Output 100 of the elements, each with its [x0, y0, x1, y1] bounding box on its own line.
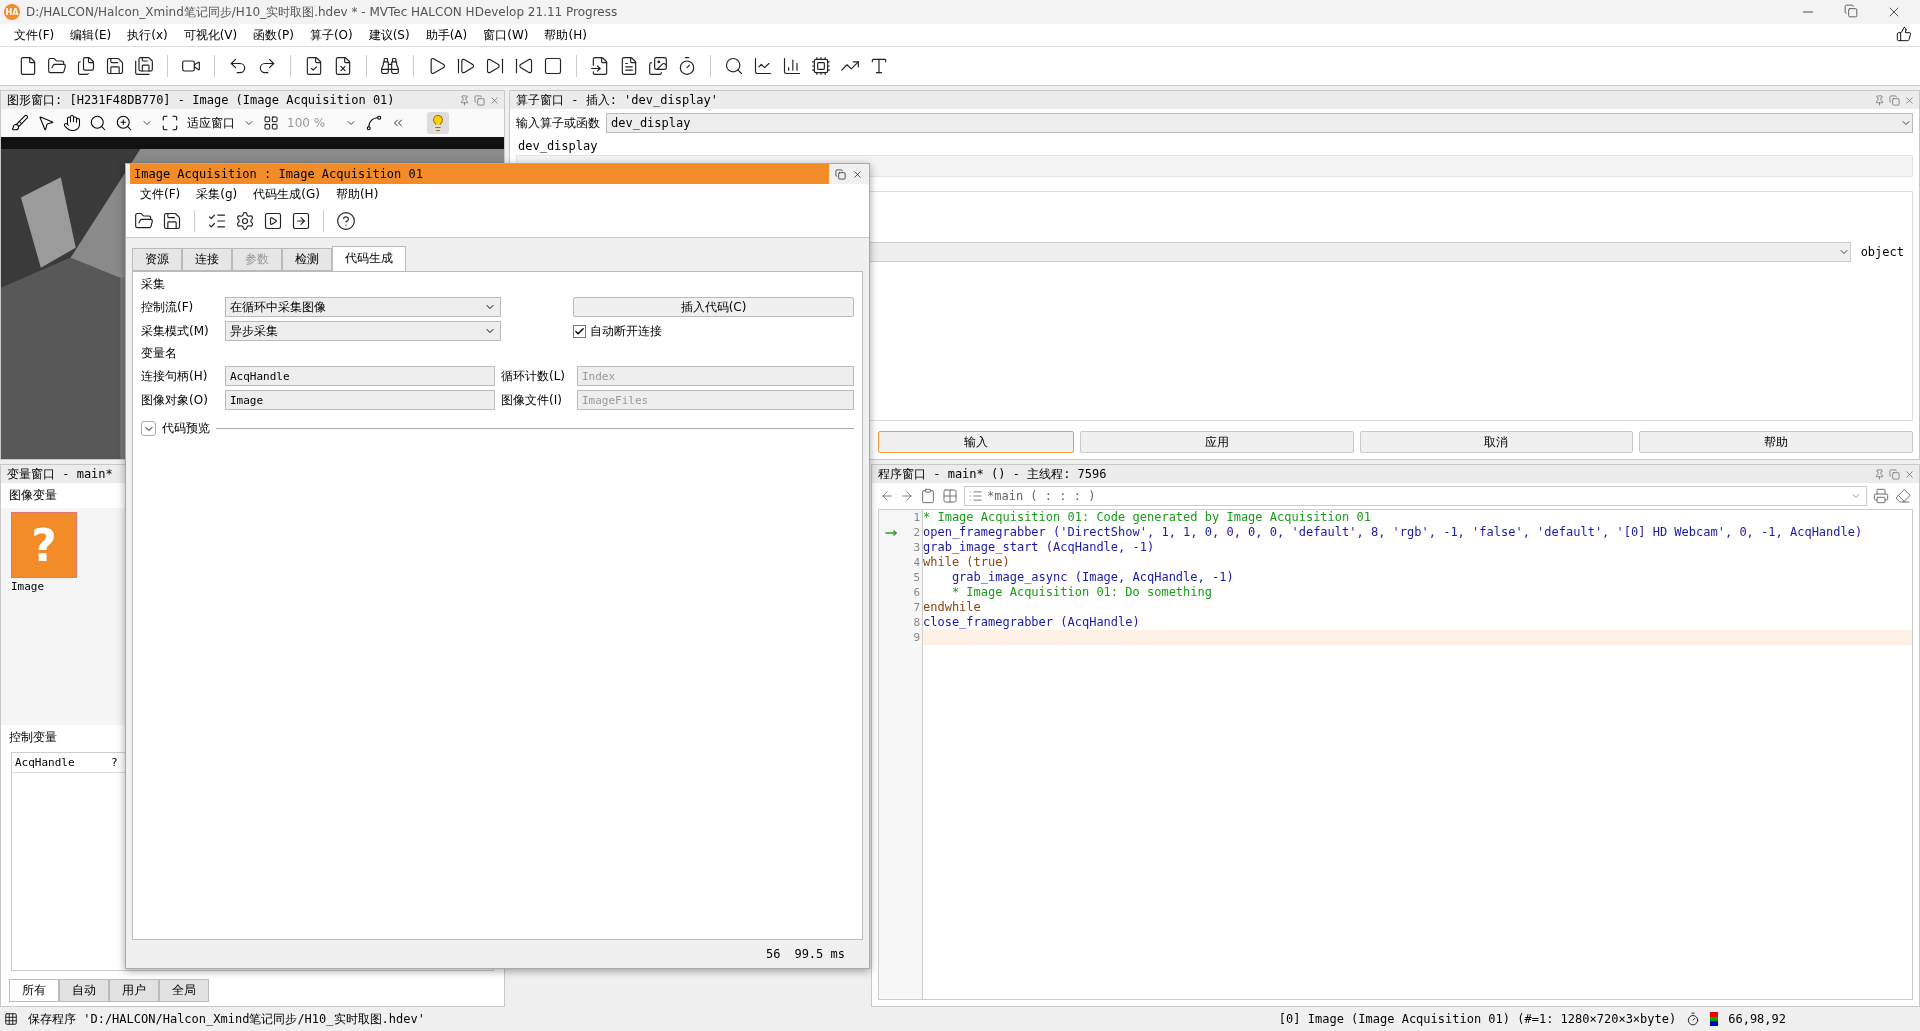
- code-line[interactable]: grab_image_start (AcqHandle, -1): [923, 540, 1912, 555]
- restore-icon[interactable]: [1844, 4, 1858, 18]
- file-arrow-icon[interactable]: [590, 56, 610, 76]
- code-line[interactable]: while (true): [923, 555, 1912, 570]
- save-all-icon[interactable]: [134, 56, 154, 76]
- variable-value-cell-text: ?: [110, 756, 119, 769]
- close-icon[interactable]: [852, 168, 863, 180]
- save-icon[interactable]: [105, 56, 125, 76]
- dialog-title: Image Acquisition : Image Acquisition 01: [130, 164, 829, 184]
- code-line[interactable]: grab_image_async (Image, AcqHandle, -1): [923, 570, 1912, 585]
- menu-item[interactable]: 执行(x): [119, 26, 176, 44]
- variable-tab[interactable]: 自动: [59, 979, 109, 1002]
- file-check-icon[interactable]: [304, 56, 324, 76]
- menu-item[interactable]: 帮助(H): [536, 26, 595, 44]
- menu-item[interactable]: 算子(O): [301, 26, 361, 44]
- play-icon[interactable]: [263, 210, 283, 231]
- acquisition-mode-dropdown[interactable]: 异步采集: [225, 321, 501, 341]
- clipboard-icon[interactable]: [920, 488, 936, 504]
- menu-item[interactable]: 可视化(V): [175, 26, 246, 44]
- menu-item[interactable]: 助手(A): [417, 26, 476, 44]
- variable-name-cell[interactable]: AcqHandle: [12, 756, 108, 769]
- menu-item[interactable]: 采集(g): [188, 185, 246, 203]
- new-file-icon[interactable]: [18, 56, 38, 76]
- operator-button[interactable]: 取消: [1359, 431, 1634, 453]
- feedback-icon[interactable]: [1896, 25, 1912, 42]
- settings-icon[interactable]: [235, 210, 255, 231]
- bar-chart-icon[interactable]: [782, 56, 802, 76]
- export-icon[interactable]: [291, 210, 311, 231]
- variable-tab[interactable]: 全局: [159, 979, 209, 1002]
- collapse-icon[interactable]: [391, 116, 405, 130]
- fit-icon[interactable]: [161, 114, 179, 132]
- document-icon[interactable]: [619, 56, 639, 76]
- search-icon[interactable]: [724, 56, 744, 76]
- files-icon[interactable]: [76, 56, 96, 76]
- expand-toggle[interactable]: [141, 421, 156, 436]
- open-icon[interactable]: [47, 56, 67, 76]
- input-field[interactable]: Image: [225, 390, 495, 410]
- binoculars-icon[interactable]: [380, 56, 400, 76]
- font-icon[interactable]: [869, 56, 889, 76]
- field-label: 采集模式(M): [141, 322, 210, 340]
- operator-button[interactable]: 帮助: [1639, 431, 1913, 453]
- stop-icon[interactable]: [543, 56, 563, 76]
- operator-button[interactable]: 输入: [878, 431, 1074, 453]
- images-icon[interactable]: [648, 56, 668, 76]
- variable-tab[interactable]: 用户: [109, 979, 159, 1002]
- brush-icon[interactable]: [11, 114, 29, 132]
- insert-code-button[interactable]: 插入代码(C): [573, 297, 854, 317]
- step-back-icon[interactable]: [514, 56, 534, 76]
- operator-input-field[interactable]: dev_display: [606, 113, 1913, 133]
- redo-icon[interactable]: [257, 56, 277, 76]
- operator-button[interactable]: 应用: [1080, 431, 1354, 453]
- code-line[interactable]: close_framegrabber (AcqHandle): [923, 615, 1912, 630]
- menu-item[interactable]: 代码生成(G): [245, 185, 328, 203]
- fit-window-label[interactable]: 适应窗口: [187, 114, 235, 132]
- menu-item[interactable]: 帮助(H): [327, 185, 387, 203]
- line-number: 8: [913, 616, 920, 629]
- pin-icon[interactable]: [1874, 94, 1885, 106]
- control-flow-dropdown[interactable]: 在循环中采集图像: [225, 297, 501, 317]
- variable-tab[interactable]: 所有: [9, 979, 59, 1002]
- code-line[interactable]: * Image Acquisition 01: Code generated by Image Acquisition 01: [923, 510, 1912, 525]
- menu-item[interactable]: 文件(F): [132, 185, 189, 203]
- pointer-icon[interactable]: [37, 114, 55, 132]
- grid-icon[interactable]: [942, 488, 958, 504]
- undo-icon[interactable]: [228, 56, 248, 76]
- procedure-dropdown[interactable]: *main ( : : : ): [964, 486, 1867, 506]
- dialog-tab[interactable]: 代码生成: [332, 246, 406, 271]
- dialog-tab[interactable]: 连接: [182, 248, 232, 271]
- line-chart-icon[interactable]: [753, 56, 773, 76]
- step-over-icon[interactable]: [485, 56, 505, 76]
- hand-icon[interactable]: [63, 114, 81, 132]
- code-line[interactable]: endwhile: [923, 600, 1912, 615]
- menu-item[interactable]: 建议(S): [360, 26, 418, 44]
- menu-item[interactable]: 文件(F): [6, 26, 63, 44]
- forward-icon[interactable]: [900, 489, 914, 503]
- code-line[interactable]: * Image Acquisition 01: Do something: [923, 585, 1912, 600]
- checkbox[interactable]: [573, 324, 586, 338]
- zoom-icon[interactable]: [89, 114, 107, 132]
- menu-item[interactable]: 编辑(E): [62, 26, 120, 44]
- menu-item[interactable]: 窗口(W): [475, 26, 537, 44]
- file-x-icon[interactable]: [333, 56, 353, 76]
- zoom-in-icon[interactable]: [115, 114, 133, 132]
- menu-item[interactable]: 函数(P): [245, 26, 302, 44]
- save-icon[interactable]: [162, 210, 182, 231]
- dialog-tab[interactable]: 检测: [282, 248, 332, 271]
- timer-icon[interactable]: [677, 56, 697, 76]
- input-field[interactable]: AcqHandle: [225, 366, 495, 386]
- back-icon[interactable]: [880, 489, 894, 503]
- step-icon[interactable]: [456, 56, 476, 76]
- open-icon[interactable]: [134, 210, 154, 231]
- shape-icon[interactable]: [365, 114, 383, 132]
- float-icon[interactable]: [835, 168, 846, 180]
- print-icon[interactable]: [1873, 488, 1889, 504]
- pin-icon[interactable]: [459, 94, 470, 106]
- pin-icon[interactable]: [1874, 468, 1885, 480]
- clear-icon[interactable]: [1895, 488, 1911, 504]
- code-line[interactable]: open_framegrabber ('DirectShow', 1, 1, 0, 0, 0, 0, 'default', 8, 'rgb', -1, 'false', 'default', '[0] HD Webcam', 0, -1, AcqHandle): [923, 525, 1912, 540]
- help-icon[interactable]: [336, 210, 356, 231]
- bulb-icon[interactable]: [427, 112, 449, 134]
- dialog-tab[interactable]: 资源: [132, 248, 182, 271]
- chip-icon[interactable]: [811, 56, 831, 76]
